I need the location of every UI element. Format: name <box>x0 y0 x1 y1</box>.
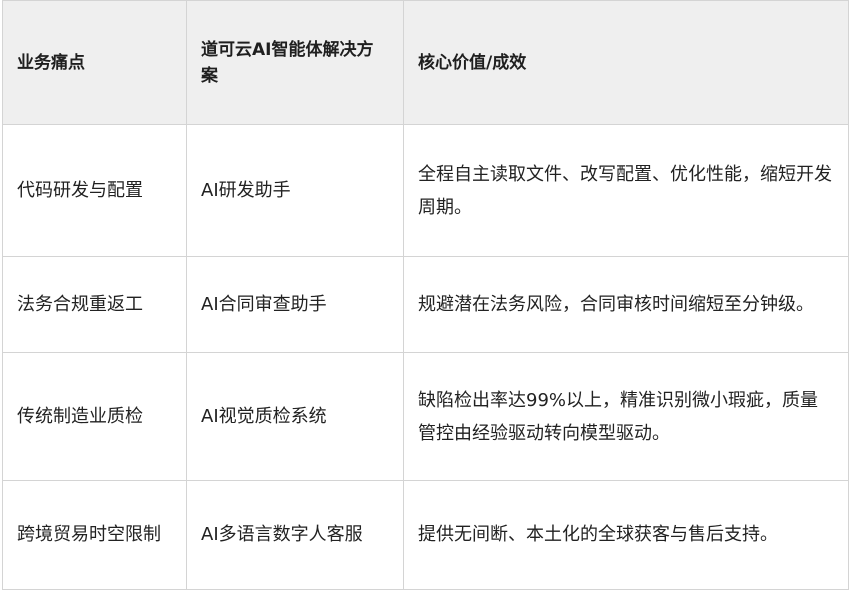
solutions-table: 业务痛点 道可云AI智能体解决方案 核心价值/成效 代码研发与配置 AI研发助手… <box>2 0 849 591</box>
table-row: 法务合规重返工 AI合同审查助手 规避潜在法务风险，合同审核时间缩短至分钟级。 <box>2 256 849 354</box>
table-header: 业务痛点 道可云AI智能体解决方案 核心价值/成效 <box>2 0 849 125</box>
table-body: 代码研发与配置 AI研发助手 全程自主读取文件、改写配置、优化性能，缩短开发周期… <box>2 123 849 591</box>
solution-cell: AI视觉质检系统 <box>186 352 404 481</box>
value-cell: 规避潜在法务风险，合同审核时间缩短至分钟级。 <box>403 256 849 354</box>
header-core-value: 核心价值/成效 <box>403 0 849 125</box>
header-row: 业务痛点 道可云AI智能体解决方案 核心价值/成效 <box>2 0 849 125</box>
solution-cell: AI合同审查助手 <box>186 256 404 354</box>
pain-point-cell: 跨境贸易时空限制 <box>2 479 187 591</box>
header-solution: 道可云AI智能体解决方案 <box>186 0 404 125</box>
table-row: 传统制造业质检 AI视觉质检系统 缺陷检出率达99%以上，精准识别微小瑕疵，质量… <box>2 352 849 481</box>
pain-point-cell: 代码研发与配置 <box>2 123 187 258</box>
value-cell: 缺陷检出率达99%以上，精准识别微小瑕疵，质量管控由经验驱动转向模型驱动。 <box>403 352 849 481</box>
table-row: 跨境贸易时空限制 AI多语言数字人客服 提供无间断、本土化的全球获客与售后支持。 <box>2 479 849 591</box>
pain-point-cell: 法务合规重返工 <box>2 256 187 354</box>
pain-point-cell: 传统制造业质检 <box>2 352 187 481</box>
header-pain-point: 业务痛点 <box>2 0 187 125</box>
value-cell: 全程自主读取文件、改写配置、优化性能，缩短开发周期。 <box>403 123 849 258</box>
value-cell: 提供无间断、本土化的全球获客与售后支持。 <box>403 479 849 591</box>
solution-cell: AI多语言数字人客服 <box>186 479 404 591</box>
table-row: 代码研发与配置 AI研发助手 全程自主读取文件、改写配置、优化性能，缩短开发周期… <box>2 123 849 258</box>
solution-cell: AI研发助手 <box>186 123 404 258</box>
